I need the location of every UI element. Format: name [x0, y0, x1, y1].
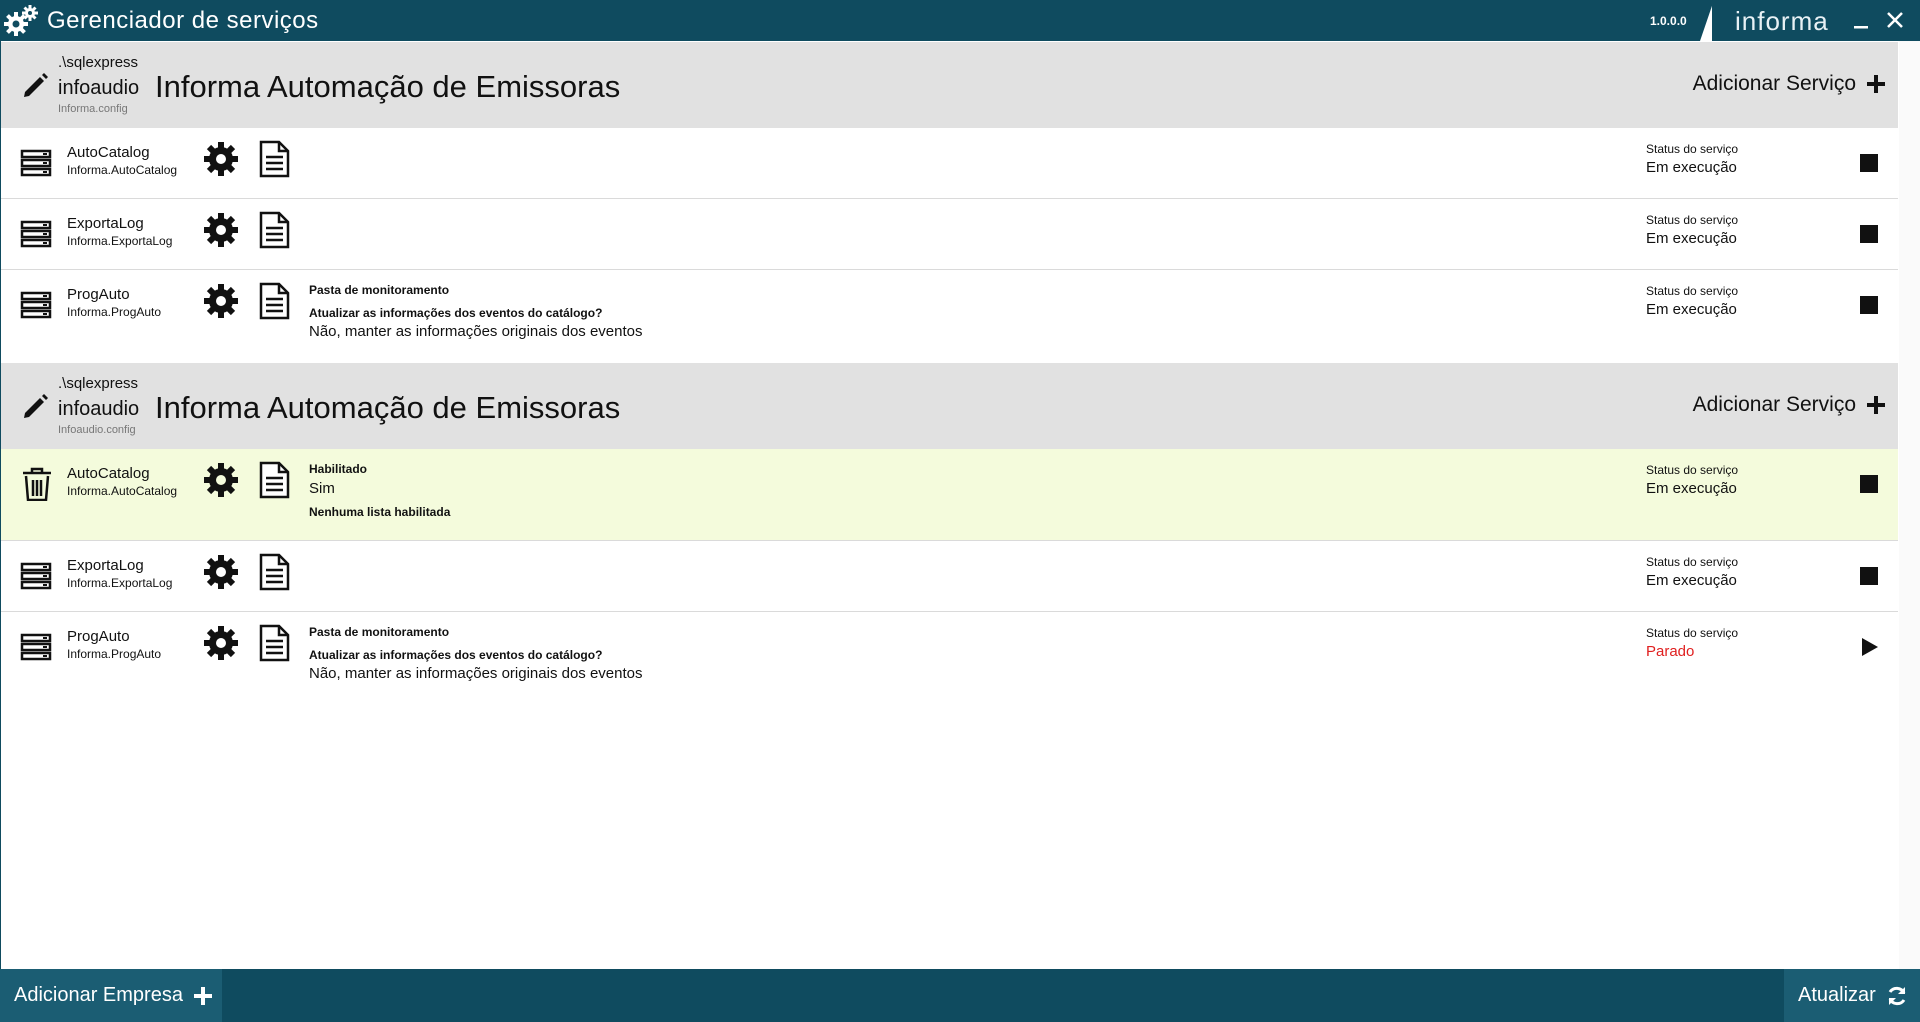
status-label: Status do serviço — [1646, 626, 1739, 640]
server-icon[interactable] — [19, 288, 55, 322]
service-name: AutoCatalog — [67, 144, 150, 161]
server-icon[interactable] — [19, 630, 55, 664]
refresh-button[interactable]: Atualizar — [1784, 969, 1920, 1022]
bottom-bar: Adicionar Empresa Atualizar — [0, 969, 1920, 1022]
status-label: Status do serviço — [1646, 463, 1739, 477]
company-name: Informa Automação de Emissoras — [155, 69, 621, 104]
service-id: Informa.AutoCatalog — [67, 484, 178, 498]
service-id: Informa.ProgAuto — [67, 305, 162, 319]
detail-label: Atualizar as informações dos eventos do … — [309, 306, 603, 320]
service-row[interactable]: AutoCatalog Informa.AutoCatalog Status d… — [1, 128, 1898, 199]
service-row[interactable]: ExportaLog Informa.ExportaLog Status do … — [1, 199, 1898, 270]
detail-label: Pasta de monitoramento — [309, 283, 450, 297]
detail-value: Não, manter as informações originais dos… — [309, 323, 643, 340]
detail-label: Habilitado — [309, 462, 368, 476]
status-value: Em execução — [1646, 480, 1737, 497]
service-id: Informa.ExportaLog — [67, 234, 173, 248]
server-icon[interactable] — [19, 559, 55, 593]
pencil-icon[interactable] — [21, 391, 51, 421]
service-id: Informa.AutoCatalog — [67, 163, 178, 177]
play-icon[interactable] — [1859, 637, 1879, 657]
minimize-button[interactable] — [1852, 8, 1872, 32]
document-icon[interactable] — [257, 140, 291, 178]
refresh-label: Atualizar — [1798, 984, 1876, 1006]
document-icon[interactable] — [257, 624, 291, 662]
server-name: .\sqlexpress — [58, 54, 139, 71]
status-value: Em execução — [1646, 572, 1737, 589]
service-id: Informa.ExportaLog — [67, 576, 173, 590]
add-service-button[interactable]: Adicionar Serviço — [1693, 72, 1886, 96]
detail-value: Não, manter as informações originais dos… — [309, 665, 643, 682]
pencil-icon[interactable] — [21, 70, 51, 100]
status-label: Status do serviço — [1646, 213, 1739, 227]
database-name: infoaudio — [58, 77, 140, 99]
company-header: .\sqlexpress infoaudio Infoaudio.config … — [1, 363, 1898, 449]
trash-icon[interactable] — [19, 467, 55, 501]
gear-icon[interactable] — [202, 140, 240, 178]
company-name: Informa Automação de Emissoras — [155, 390, 621, 425]
detail-label: Pasta de monitoramento — [309, 625, 450, 639]
service-row[interactable]: ExportaLog Informa.ExportaLog Status do … — [1, 541, 1898, 612]
status-value: Em execução — [1646, 230, 1737, 247]
stop-icon[interactable] — [1859, 566, 1879, 586]
brand-logo: informa — [1735, 6, 1829, 36]
status-value: Em execução — [1646, 159, 1737, 176]
server-name: .\sqlexpress — [58, 375, 139, 392]
close-button[interactable] — [1884, 8, 1906, 32]
service-name: ExportaLog — [67, 557, 144, 574]
gears-icon — [4, 5, 38, 36]
company-header: .\sqlexpress infoaudio Informa.config In… — [1, 42, 1898, 128]
status-value: Parado — [1646, 643, 1695, 660]
add-service-label: Adicionar Serviço — [1692, 393, 1856, 416]
stop-icon[interactable] — [1859, 224, 1879, 244]
gear-icon[interactable] — [202, 553, 240, 591]
server-icon[interactable] — [19, 217, 55, 251]
document-icon[interactable] — [257, 282, 291, 320]
gear-icon[interactable] — [202, 282, 240, 320]
refresh-icon — [1888, 986, 1906, 1005]
add-company-label: Adicionar Empresa — [14, 984, 183, 1006]
window-title: Gerenciador de serviços — [47, 7, 319, 34]
service-name: ProgAuto — [67, 286, 130, 303]
plus-icon — [1867, 396, 1885, 414]
title-bar: Gerenciador de serviços 1.0.0.0 informa — [0, 0, 1920, 41]
status-value: Em execução — [1646, 301, 1737, 318]
config-file: Infoaudio.config — [58, 424, 136, 436]
service-name: ExportaLog — [67, 215, 144, 232]
document-icon[interactable] — [257, 461, 291, 499]
detail-value: Sim — [309, 480, 335, 497]
config-file: Informa.config — [58, 103, 128, 115]
scrollbar[interactable] — [1899, 41, 1920, 969]
stop-icon[interactable] — [1859, 295, 1879, 315]
service-id: Informa.ProgAuto — [67, 647, 162, 661]
status-label: Status do serviço — [1646, 142, 1739, 156]
gear-icon[interactable] — [202, 461, 240, 499]
status-label: Status do serviço — [1646, 555, 1739, 569]
gear-icon[interactable] — [202, 624, 240, 662]
stop-icon[interactable] — [1859, 474, 1879, 494]
gear-icon[interactable] — [202, 211, 240, 249]
document-icon[interactable] — [257, 553, 291, 591]
version-label: 1.0.0.0 — [1650, 14, 1687, 28]
status-label: Status do serviço — [1646, 284, 1739, 298]
stop-icon[interactable] — [1859, 153, 1879, 173]
document-icon[interactable] — [257, 211, 291, 249]
service-name: ProgAuto — [67, 628, 130, 645]
add-service-button[interactable]: Adicionar Serviço — [1693, 393, 1886, 417]
plus-icon — [193, 986, 212, 1005]
detail-label: Atualizar as informações dos eventos do … — [309, 648, 603, 662]
service-row[interactable]: ProgAuto Informa.ProgAuto Pasta de monit… — [1, 612, 1898, 703]
database-name: infoaudio — [58, 398, 140, 420]
detail-label: Nenhuma lista habilitada — [309, 505, 451, 519]
service-name: AutoCatalog — [67, 465, 150, 482]
add-service-label: Adicionar Serviço — [1692, 72, 1856, 95]
service-row[interactable]: ProgAuto Informa.ProgAuto Pasta de monit… — [1, 270, 1898, 361]
server-icon[interactable] — [19, 146, 55, 180]
add-company-button[interactable]: Adicionar Empresa — [0, 969, 222, 1022]
plus-icon — [1867, 75, 1885, 93]
service-row-selected[interactable]: AutoCatalog Informa.AutoCatalog Habilita… — [1, 449, 1898, 541]
